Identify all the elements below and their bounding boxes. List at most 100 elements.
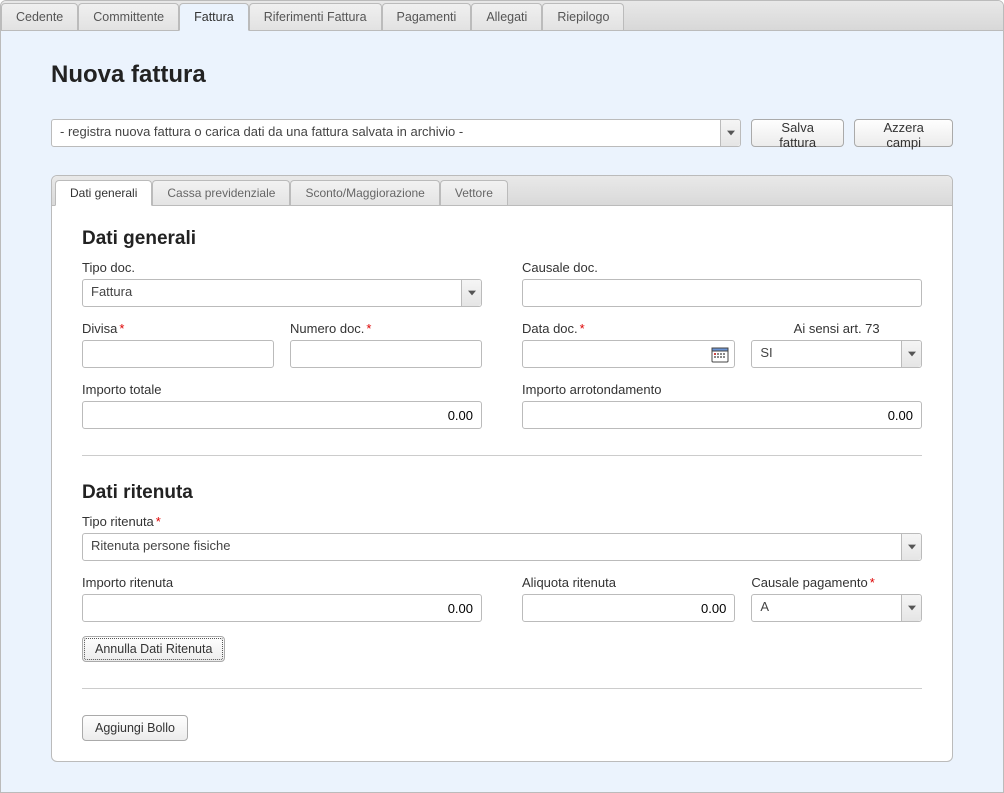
select-value: SI bbox=[760, 345, 772, 360]
tab-riferimenti-fattura[interactable]: Riferimenti Fattura bbox=[249, 3, 382, 30]
tab-label: Riepilogo bbox=[557, 10, 609, 24]
button-label: Azzera campi bbox=[883, 120, 923, 150]
numero-doc-input[interactable] bbox=[290, 340, 482, 368]
inner-tab-block: Dati generali Cassa previdenziale Sconto… bbox=[51, 175, 953, 762]
panel-fattura: Nuova fattura - registra nuova fattura o… bbox=[1, 31, 1003, 792]
tab-pagamenti[interactable]: Pagamenti bbox=[382, 3, 472, 30]
tab-riepilogo[interactable]: Riepilogo bbox=[542, 3, 624, 30]
tab-allegati[interactable]: Allegati bbox=[471, 3, 542, 30]
label-tipo-ritenuta: Tipo ritenuta* bbox=[82, 514, 922, 529]
app-frame: Cedente Committente Fattura Riferimenti … bbox=[0, 0, 1004, 793]
data-doc-wrap bbox=[522, 340, 735, 368]
select-value: A bbox=[760, 599, 769, 614]
label-aliquota-ritenuta: Aliquota ritenuta bbox=[522, 575, 735, 590]
required-mark: * bbox=[119, 321, 124, 336]
field-causale-doc: Causale doc. bbox=[522, 260, 922, 307]
field-causale-pagamento: Causale pagamento* A bbox=[751, 575, 922, 622]
label-divisa: Divisa* bbox=[82, 321, 274, 336]
section-heading-dati-generali: Dati generali bbox=[82, 228, 922, 250]
divisa-input[interactable] bbox=[82, 340, 274, 368]
section-divider bbox=[82, 688, 922, 689]
importo-totale-input[interactable] bbox=[82, 401, 482, 429]
toolbar-row: - registra nuova fattura o carica dati d… bbox=[51, 119, 953, 147]
button-label: Aggiungi Bollo bbox=[95, 721, 175, 735]
tab-label: Fattura bbox=[194, 10, 234, 24]
tab-label: Cedente bbox=[16, 10, 63, 24]
causale-pagamento-select-wrap: A bbox=[751, 594, 922, 622]
tab-label: Vettore bbox=[455, 186, 493, 200]
label-data-doc: Data doc.* bbox=[522, 321, 735, 336]
tipo-doc-select[interactable]: Fattura bbox=[82, 279, 482, 307]
field-art73: Ai sensi art. 73 SI bbox=[751, 321, 922, 368]
field-tipo-doc: Tipo doc. Fattura bbox=[82, 260, 482, 307]
label-importo-arrot: Importo arrotondamento bbox=[522, 382, 922, 397]
causale-doc-input[interactable] bbox=[522, 279, 922, 307]
dati-ritenuta-grid: Importo ritenuta Aliquota ritenuta Causa… bbox=[82, 575, 922, 622]
subtab-vettore[interactable]: Vettore bbox=[440, 180, 508, 205]
row-data-art73: Data doc.* bbox=[522, 321, 922, 368]
dati-generali-grid: Tipo doc. Fattura Causale doc. bbox=[82, 260, 922, 429]
required-mark: * bbox=[580, 321, 585, 336]
tab-cedente[interactable]: Cedente bbox=[1, 3, 78, 30]
archive-select-value: - registra nuova fattura o carica dati d… bbox=[60, 124, 463, 139]
art73-select-wrap: SI bbox=[751, 340, 922, 368]
archive-select-wrap: - registra nuova fattura o carica dati d… bbox=[51, 119, 741, 147]
section-divider bbox=[82, 455, 922, 456]
art73-select[interactable]: SI bbox=[751, 340, 922, 368]
causale-pagamento-select[interactable]: A bbox=[751, 594, 922, 622]
select-value: Fattura bbox=[91, 284, 132, 299]
label-causale-pagamento: Causale pagamento* bbox=[751, 575, 922, 590]
data-doc-input[interactable] bbox=[522, 340, 735, 368]
tab-label: Committente bbox=[93, 10, 164, 24]
tipo-doc-select-wrap: Fattura bbox=[82, 279, 482, 307]
label-art73: Ai sensi art. 73 bbox=[751, 321, 922, 336]
field-tipo-ritenuta: Tipo ritenuta* Ritenuta persone fisiche bbox=[82, 514, 922, 561]
tab-label: Cassa previdenziale bbox=[167, 186, 275, 200]
label-importo-totale: Importo totale bbox=[82, 382, 482, 397]
tab-label: Pagamenti bbox=[397, 10, 457, 24]
reset-fields-button[interactable]: Azzera campi bbox=[854, 119, 953, 147]
row-divisa-numero: Divisa* Numero doc.* bbox=[82, 321, 482, 368]
tab-label: Riferimenti Fattura bbox=[264, 10, 367, 24]
sub-content: Dati generali Tipo doc. Fattura bbox=[52, 206, 952, 761]
tab-fattura[interactable]: Fattura bbox=[179, 3, 249, 31]
field-importo-totale: Importo totale bbox=[82, 382, 482, 429]
tab-label: Dati generali bbox=[70, 186, 137, 200]
field-aliquota-ritenuta: Aliquota ritenuta bbox=[522, 575, 735, 622]
aggiungi-bollo-button[interactable]: Aggiungi Bollo bbox=[82, 715, 188, 741]
subtab-sconto-maggiorazione[interactable]: Sconto/Maggiorazione bbox=[290, 180, 439, 205]
subtab-cassa-previdenziale[interactable]: Cassa previdenziale bbox=[152, 180, 290, 205]
label-causale-doc: Causale doc. bbox=[522, 260, 922, 275]
tab-label: Sconto/Maggiorazione bbox=[305, 186, 424, 200]
tipo-ritenuta-select[interactable]: Ritenuta persone fisiche bbox=[82, 533, 922, 561]
section-heading-dati-ritenuta: Dati ritenuta bbox=[82, 482, 922, 504]
label-importo-ritenuta: Importo ritenuta bbox=[82, 575, 482, 590]
save-invoice-button[interactable]: Salva fattura bbox=[751, 119, 844, 147]
required-mark: * bbox=[366, 321, 371, 336]
annulla-dati-ritenuta-button[interactable]: Annulla Dati Ritenuta bbox=[82, 636, 225, 662]
sub-tabbar: Dati generali Cassa previdenziale Sconto… bbox=[52, 176, 952, 206]
main-tabbar: Cedente Committente Fattura Riferimenti … bbox=[1, 1, 1003, 31]
button-label: Salva fattura bbox=[779, 120, 816, 150]
calendar-icon[interactable] bbox=[711, 345, 729, 363]
field-divisa: Divisa* bbox=[82, 321, 274, 368]
field-numero-doc: Numero doc.* bbox=[290, 321, 482, 368]
bollo-button-row: Aggiungi Bollo bbox=[82, 715, 922, 741]
subtab-dati-generali[interactable]: Dati generali bbox=[55, 180, 152, 206]
tab-label: Allegati bbox=[486, 10, 527, 24]
importo-ritenuta-input[interactable] bbox=[82, 594, 482, 622]
label-numero-doc: Numero doc.* bbox=[290, 321, 482, 336]
page-title: Nuova fattura bbox=[51, 61, 953, 89]
required-mark: * bbox=[870, 575, 875, 590]
importo-arrot-input[interactable] bbox=[522, 401, 922, 429]
field-importo-arrot: Importo arrotondamento bbox=[522, 382, 922, 429]
required-mark: * bbox=[156, 514, 161, 529]
tipo-ritenuta-select-wrap: Ritenuta persone fisiche bbox=[82, 533, 922, 561]
tab-committente[interactable]: Committente bbox=[78, 3, 179, 30]
field-data-doc: Data doc.* bbox=[522, 321, 735, 368]
aliquota-ritenuta-input[interactable] bbox=[522, 594, 735, 622]
archive-select[interactable]: - registra nuova fattura o carica dati d… bbox=[51, 119, 741, 147]
row-aliquota-causale: Aliquota ritenuta Causale pagamento* A bbox=[522, 575, 922, 622]
select-value: Ritenuta persone fisiche bbox=[91, 538, 230, 553]
button-label: Annulla Dati Ritenuta bbox=[95, 642, 212, 656]
